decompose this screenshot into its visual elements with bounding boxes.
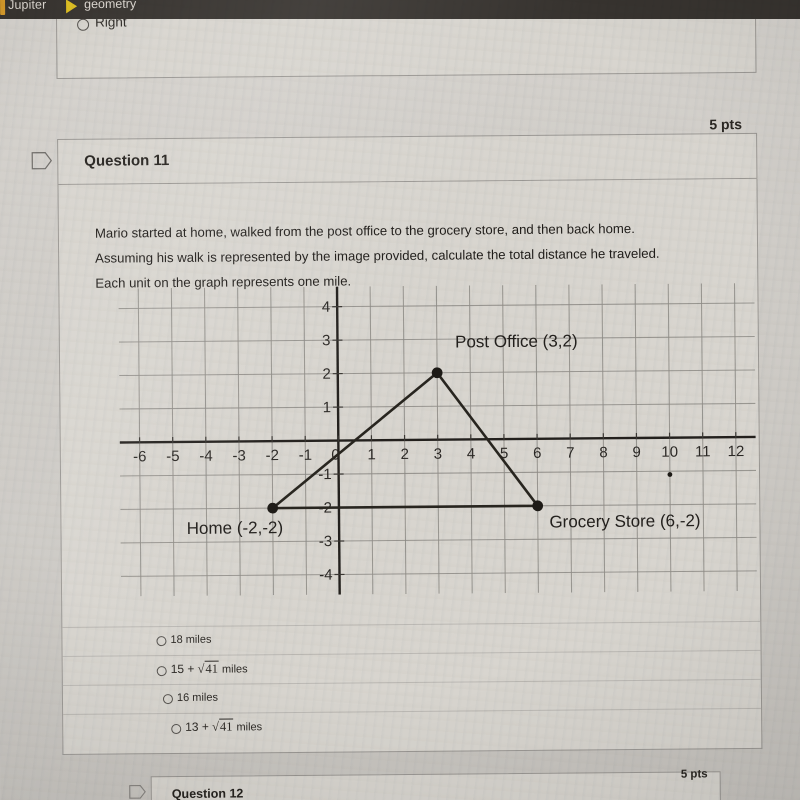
radio-unselected-icon[interactable] <box>162 694 174 705</box>
graph-annotation-label: Grocery Store (6,-2) <box>549 511 700 531</box>
svg-text:-4: -4 <box>319 567 332 584</box>
course-name[interactable]: geometry <box>84 0 136 11</box>
answer-option-d[interactable]: 13 + √41 miles <box>63 707 762 743</box>
answer-option-d-radicand: 41 <box>218 718 234 734</box>
sqrt-symbol: √ <box>208 719 219 734</box>
svg-text:3: 3 <box>322 332 330 349</box>
svg-text:-4: -4 <box>199 448 212 465</box>
radio-unselected-icon[interactable] <box>156 636 167 647</box>
answer-option-b-prefix: 15 + <box>170 661 195 677</box>
svg-text:-6: -6 <box>133 448 146 465</box>
flag-bookmark-icon[interactable] <box>129 784 147 799</box>
flag-bookmark-icon[interactable] <box>31 151 53 170</box>
quiz-page: Right Question 11 5 pts Mario started at… <box>0 0 800 800</box>
app-name[interactable]: Jupiter <box>8 0 46 12</box>
x-axis-tick-labels: -6 -5 -4 -3 -2 -1 0 1 2 3 4 5 6 7 8 9 10 11 12 <box>133 443 744 465</box>
play-triangle-icon[interactable] <box>66 0 78 14</box>
svg-text:2: 2 <box>400 446 408 463</box>
svg-text:6: 6 <box>533 445 541 462</box>
coordinate-graph: -6 -5 -4 -3 -2 -1 0 1 2 3 4 5 6 7 8 9 10 11 12 -4 -3 -2 -1 1 2 3 4… <box>118 283 757 597</box>
svg-text:4: 4 <box>467 445 475 462</box>
svg-text:10: 10 <box>661 444 678 461</box>
answer-option-d-label: 13 + √41 miles <box>185 718 263 735</box>
graph-svg: -6 -5 -4 -3 -2 -1 0 1 2 3 4 5 6 7 8 9 10 11 12-4-3-2-11234… <box>118 283 757 597</box>
svg-text:-3: -3 <box>232 447 245 464</box>
question-12-title: Question 12 <box>171 786 244 800</box>
question-12-points: 5 pts <box>680 768 708 781</box>
question-11-header: Question 11 5 pts <box>57 116 758 186</box>
radio-unselected-icon[interactable] <box>156 666 167 677</box>
radio-unselected-icon[interactable] <box>77 18 90 31</box>
question-12-header: Question 12 5 pts <box>150 768 721 800</box>
answer-option-c-label: 16 miles <box>176 691 218 704</box>
question-prompt-line-2: Assuming his walk is represented by the … <box>95 245 660 266</box>
svg-text:3: 3 <box>434 446 442 463</box>
svg-text:1: 1 <box>367 446 375 463</box>
radio-unselected-icon[interactable] <box>171 723 182 735</box>
data-point-marker <box>267 502 279 514</box>
app-accent-bar <box>0 0 6 15</box>
svg-text:-2: -2 <box>265 447 278 464</box>
svg-text:2: 2 <box>322 366 330 383</box>
app-topbar: Jupiter geometry <box>0 0 800 19</box>
question-11-points: 5 pts <box>709 116 743 133</box>
svg-text:7: 7 <box>566 445 574 462</box>
graph-annotation-label: Post Office (3,2) <box>455 331 578 351</box>
answer-option-b-radicand: 41 <box>204 660 219 676</box>
svg-text:12: 12 <box>728 443 745 460</box>
svg-text:1: 1 <box>323 399 331 416</box>
answer-option-d-prefix: 13 + <box>185 719 209 734</box>
screenshot-root: Right Question 11 5 pts Mario started at… <box>0 0 800 800</box>
page-title: Question 11 <box>84 152 170 170</box>
svg-text:-1: -1 <box>299 447 312 464</box>
stray-point-marker <box>667 472 673 477</box>
svg-text:9: 9 <box>632 444 640 461</box>
sqrt-symbol: √ <box>194 661 205 676</box>
svg-text:4: 4 <box>322 299 330 316</box>
data-point-marker <box>532 500 544 512</box>
answer-option-b-suffix: miles <box>221 663 248 676</box>
answer-option-d-suffix: miles <box>236 721 263 734</box>
data-point-marker <box>431 367 443 379</box>
svg-text:8: 8 <box>599 444 607 461</box>
svg-text:-5: -5 <box>166 448 179 465</box>
graph-annotation-label: Home (-2,-2) <box>187 518 284 538</box>
svg-text:-3: -3 <box>319 533 332 550</box>
axes <box>119 286 756 595</box>
answer-option-b-label: 15 + √41 miles <box>170 660 248 677</box>
svg-text:11: 11 <box>695 443 711 460</box>
answer-option-a-label: 18 miles <box>170 633 212 647</box>
